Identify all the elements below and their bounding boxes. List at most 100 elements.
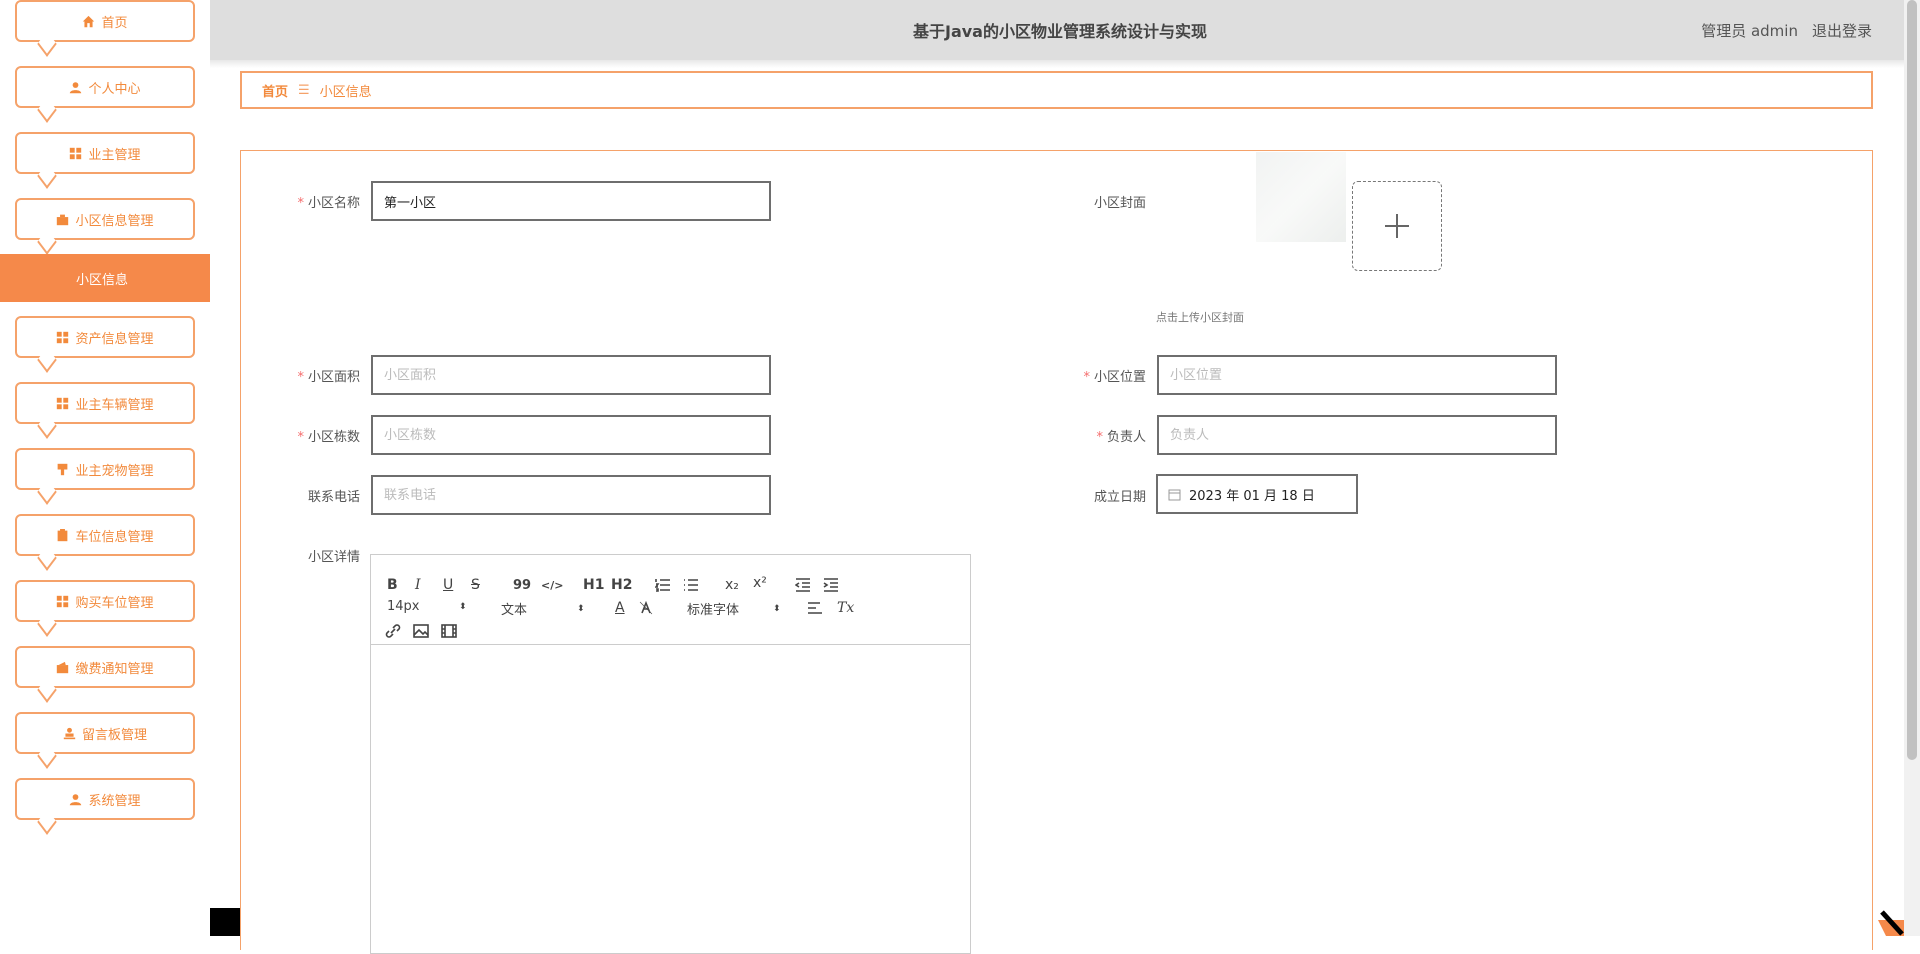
manager-input[interactable] [1157,415,1557,455]
grid-icon [56,331,69,344]
breadcrumb-home[interactable]: 首页 [262,81,288,100]
sidebar-item-home[interactable]: 首页 [15,0,195,42]
text-color-button[interactable]: A [615,598,625,618]
page-scrollbar[interactable] [1904,0,1920,936]
detail-label: 小区详情 [307,550,360,565]
superscript-button[interactable]: x² [753,573,767,593]
bullet-list-button[interactable] [683,575,699,595]
parking-icon [56,528,69,542]
grid-icon [56,397,69,410]
background-color-icon[interactable] [639,598,653,618]
wallet-icon [56,661,69,674]
heading2-button[interactable]: H2 [611,575,632,595]
area-input[interactable] [371,355,771,395]
rich-text-editor: B I U S 99 </> H1 H2 x₂ x² 14px ⬍ 文本 ⬍ A [370,554,971,954]
calendar-icon [1168,488,1181,501]
breadcrumb: 首页 ☰ 小区信息 [240,71,1873,109]
align-button[interactable] [807,598,823,618]
user-icon [69,81,82,94]
buildings-input[interactable] [371,415,771,455]
header-select[interactable]: 文本 ⬍ [501,599,587,618]
sidebar-subitem-community-info[interactable]: 小区信息 [0,254,210,302]
app-title: 基于Java的小区物业管理系统设计与实现 [913,22,1207,41]
corner-decoration-left [210,908,240,936]
user-name[interactable]: 管理员 admin [1701,20,1798,41]
cover-thumbnail [1256,152,1346,242]
date-label: 成立日期 [1093,490,1146,505]
sidebar-item-payment-notice[interactable]: 缴费通知管理 [15,646,195,688]
top-bar-shadow [210,60,1904,68]
name-input[interactable] [371,181,771,221]
area-label: * 小区面积 [297,370,360,385]
sidebar-item-label: 业主车辆管理 [75,397,154,413]
sidebar: 首页 个人中心 业主管理 小区信息管理 小区信息 资产信息管理 业主车辆管理 业… [0,0,210,936]
grid-icon [56,595,69,608]
breadcrumb-separator: ☰ [298,82,310,98]
subscript-button[interactable]: x₂ [725,575,739,595]
sidebar-item-label: 小区信息管理 [75,213,154,229]
cover-label: 小区封面 [1093,196,1146,211]
sidebar-item-label: 个人中心 [88,81,141,97]
font-family-select[interactable]: 标准字体 ⬍ [687,599,783,618]
sidebar-item-community-management[interactable]: 小区信息管理 [15,198,195,240]
heading1-button[interactable]: H1 [583,575,604,595]
sidebar-item-label: 系统管理 [88,793,141,809]
image-icon[interactable] [413,621,429,641]
cover-upload-hint: 点击上传小区封面 [1156,311,1244,324]
user-area: 管理员 admin 退出登录 [1701,20,1872,41]
sidebar-item-system-management[interactable]: 系统管理 [15,778,195,820]
manager-label: * 负责人 [1096,430,1146,445]
person-desk-icon [63,727,76,740]
user-icon [69,793,82,806]
scrollbar-thumb[interactable] [1907,0,1917,760]
link-icon[interactable] [385,621,401,641]
code-block-button[interactable]: </> [541,575,563,595]
breadcrumb-current: 小区信息 [319,84,372,100]
indent-button[interactable] [823,575,839,595]
strike-button[interactable]: S [471,575,480,595]
select-arrow-icon: ⬍ [773,603,781,614]
italic-button[interactable]: I [415,575,421,595]
sidebar-item-message-board[interactable]: 留言板管理 [15,712,195,754]
location-input[interactable] [1157,355,1557,395]
name-label: * 小区名称 [297,196,360,211]
founding-date-picker[interactable]: 2023 年 01 月 18 日 [1156,474,1358,514]
ordered-list-button[interactable] [655,575,671,595]
logout-button[interactable]: 退出登录 [1812,20,1872,41]
date-value: 2023 年 01 月 18 日 [1189,488,1315,504]
buildings-label: * 小区栋数 [297,430,360,445]
sidebar-item-vehicle-management[interactable]: 业主车辆管理 [15,382,195,424]
sidebar-item-label: 留言板管理 [81,727,147,743]
sidebar-item-owner-management[interactable]: 业主管理 [15,132,195,174]
sidebar-item-label: 业主宠物管理 [75,463,154,479]
editor-toolbar: B I U S 99 </> H1 H2 x₂ x² 14px ⬍ 文本 ⬍ A [371,555,970,645]
clear-format-button[interactable]: Tx [837,598,854,618]
video-icon[interactable] [441,621,457,641]
sidebar-item-buy-parking[interactable]: 购买车位管理 [15,580,195,622]
sidebar-item-personal-center[interactable]: 个人中心 [15,66,195,108]
editor-content-area[interactable] [371,645,970,953]
header-select-value: 文本 [501,603,528,618]
blockquote-button[interactable]: 99 [513,575,531,595]
sidebar-item-pet-management[interactable]: 业主宠物管理 [15,448,195,490]
phone-label: 联系电话 [307,490,360,505]
home-icon [82,15,95,28]
font-family-value: 标准字体 [687,603,740,618]
select-arrow-icon: ⬍ [577,603,585,614]
sidebar-item-parking-management[interactable]: 车位信息管理 [15,514,195,556]
sidebar-item-asset-management[interactable]: 资产信息管理 [15,316,195,358]
font-size-select[interactable]: 14px ⬍ [387,599,469,614]
sidebar-item-label: 车位信息管理 [75,529,154,545]
sidebar-item-label: 资产信息管理 [75,331,154,347]
location-label: * 小区位置 [1083,370,1146,385]
sidebar-item-label: 首页 [101,15,128,31]
top-bar: 基于Java的小区物业管理系统设计与实现 管理员 admin 退出登录 [210,0,1904,60]
phone-input[interactable] [371,475,771,515]
bold-button[interactable]: B [387,575,398,595]
sidebar-item-label: 缴费通知管理 [75,661,154,677]
outdent-button[interactable] [795,575,811,595]
underline-button[interactable]: U [443,575,453,595]
font-size-value: 14px [387,599,420,614]
sidebar-item-label: 业主管理 [88,147,141,163]
cover-upload-button[interactable] [1352,181,1442,271]
